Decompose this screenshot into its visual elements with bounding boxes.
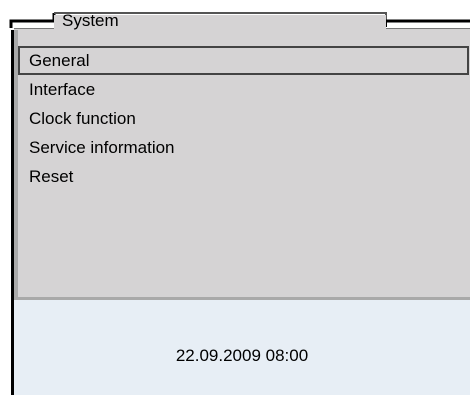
menu-item-clock-function[interactable]: Clock function bbox=[18, 104, 469, 133]
system-menu-list: General Interface Clock function Service… bbox=[18, 46, 469, 191]
tab-system[interactable]: System bbox=[62, 11, 119, 31]
screen-left-border bbox=[11, 28, 14, 395]
device-screen: System General Interface Clock function … bbox=[0, 0, 470, 395]
menu-item-reset[interactable]: Reset bbox=[18, 162, 469, 191]
status-datetime: 22.09.2009 08:00 bbox=[175, 346, 309, 365]
menu-item-general[interactable]: General bbox=[18, 46, 469, 75]
menu-item-service-information[interactable]: Service information bbox=[18, 133, 469, 162]
menu-item-interface[interactable]: Interface bbox=[18, 75, 469, 104]
status-divider bbox=[14, 297, 470, 300]
